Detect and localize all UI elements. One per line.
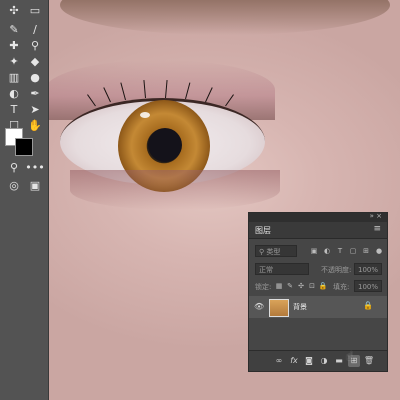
pupil — [148, 128, 182, 162]
new-group-icon[interactable]: ▬ — [333, 355, 345, 367]
blend-row: 正常 不透明度: 100% — [249, 261, 387, 277]
layers-tab[interactable]: 图层 — [255, 225, 271, 236]
marquee-tool-icon[interactable]: ▭ — [24, 3, 46, 19]
pen-tool-icon[interactable]: ✒ — [24, 86, 46, 102]
more-tools-icon[interactable]: ••• — [24, 160, 46, 176]
visibility-eye-icon[interactable]: 👁 — [254, 302, 264, 311]
blend-mode-select[interactable]: 正常 — [255, 263, 309, 275]
panel-tab-bar: 图层 ≡ — [249, 222, 387, 239]
panel-collapse-icon[interactable]: » × — [370, 212, 382, 220]
add-mask-icon[interactable]: ◙ — [303, 355, 315, 367]
fill-label: 填充: — [333, 283, 350, 291]
hand-tool-icon[interactable]: ✋ — [24, 118, 46, 134]
lower-lid-shading — [70, 170, 280, 210]
eraser-tool-icon[interactable]: ◆ — [24, 54, 46, 70]
lock-transparent-icon[interactable]: ▦ — [274, 281, 284, 291]
lock-position-icon[interactable]: ✣ — [296, 281, 306, 291]
lock-label: 锁定: — [255, 283, 272, 291]
link-layers-icon[interactable]: ∞ — [273, 355, 285, 367]
shape-filter-icon[interactable]: ▢ — [348, 246, 358, 256]
background-color-swatch[interactable] — [15, 138, 33, 156]
kind-filter-label: 类型 — [266, 248, 281, 256]
stamp-tool-icon[interactable]: ⚲ — [24, 38, 46, 54]
fill-input[interactable]: 100% — [354, 280, 382, 292]
dodge-tool-icon[interactable]: ◐ — [3, 86, 25, 102]
filter-row: ⚲ 类型 ▣ ◐ T ▢ ⊞ ● — [249, 243, 387, 259]
layers-panel: » × 图层 ≡ ⚲ 类型 ▣ ◐ T ▢ ⊞ ● 正常 不透明度: 100% … — [248, 212, 388, 372]
type-tool-icon[interactable]: T — [3, 102, 25, 118]
brush-tool-icon[interactable]: ∕ — [24, 22, 46, 38]
panel-menu-icon[interactable]: ≡ — [373, 224, 381, 234]
layer-row[interactable]: 👁 背景 🔒 — [249, 296, 387, 318]
layer-kind-filter[interactable]: ⚲ 类型 — [255, 245, 297, 257]
clone-stamp-tool-icon[interactable]: ✚ — [3, 38, 25, 54]
eyebrow-shape — [60, 0, 390, 35]
smart-object-filter-icon[interactable]: ⊞ — [361, 246, 371, 256]
lock-row: 锁定: ▦ ✎ ✣ ⊡ 🔒 填充: 100% — [249, 278, 387, 294]
layer-lock-icon[interactable]: 🔒 — [363, 301, 373, 310]
opacity-label: 不透明度: — [321, 266, 352, 274]
fx-icon[interactable]: fx — [288, 355, 300, 367]
hand-cursor-icon: ☝ — [346, 349, 354, 363]
quick-mask-icon[interactable]: ◎ — [3, 178, 25, 194]
tools-panel: ✣ ▭ ✎ ∕ ✚ ⚲ ✦ ◆ ▥ ● ◐ ✒ T ➤ ☐ ✋ ⚲ ••• ◎ … — [0, 0, 49, 400]
screen-mode-icon[interactable]: ▣ — [24, 178, 46, 194]
eye-highlight — [140, 112, 150, 118]
layer-thumbnail — [269, 299, 289, 317]
gradient-tool-icon[interactable]: ▥ — [3, 70, 25, 86]
type-filter-icon[interactable]: T — [335, 246, 345, 256]
eyedropper-tool-icon[interactable]: ✎ — [3, 22, 25, 38]
delete-layer-icon[interactable]: 🗑 — [363, 355, 375, 367]
opacity-input[interactable]: 100% — [354, 263, 382, 275]
lock-all-icon[interactable]: 🔒 — [318, 281, 328, 291]
adjustment-layer-icon[interactable]: ◑ — [318, 355, 330, 367]
pixel-filter-icon[interactable]: ▣ — [309, 246, 319, 256]
move-tool-icon[interactable]: ✣ — [3, 3, 25, 19]
panel-titlebar[interactable]: » × — [249, 212, 387, 222]
layer-name: 背景 — [293, 303, 307, 311]
lock-artboard-icon[interactable]: ⊡ — [307, 281, 317, 291]
adjustment-filter-icon[interactable]: ◐ — [322, 246, 332, 256]
path-select-tool-icon[interactable]: ➤ — [24, 102, 46, 118]
blur-tool-icon[interactable]: ● — [24, 70, 46, 86]
history-brush-icon[interactable]: ✦ — [3, 54, 25, 70]
filter-toggle-icon[interactable]: ● — [374, 246, 384, 256]
zoom-tool-icon[interactable]: ⚲ — [3, 160, 25, 176]
layers-footer: ∞ fx ◙ ◑ ▬ ⊞ 🗑 — [249, 350, 387, 371]
lock-image-icon[interactable]: ✎ — [285, 281, 295, 291]
